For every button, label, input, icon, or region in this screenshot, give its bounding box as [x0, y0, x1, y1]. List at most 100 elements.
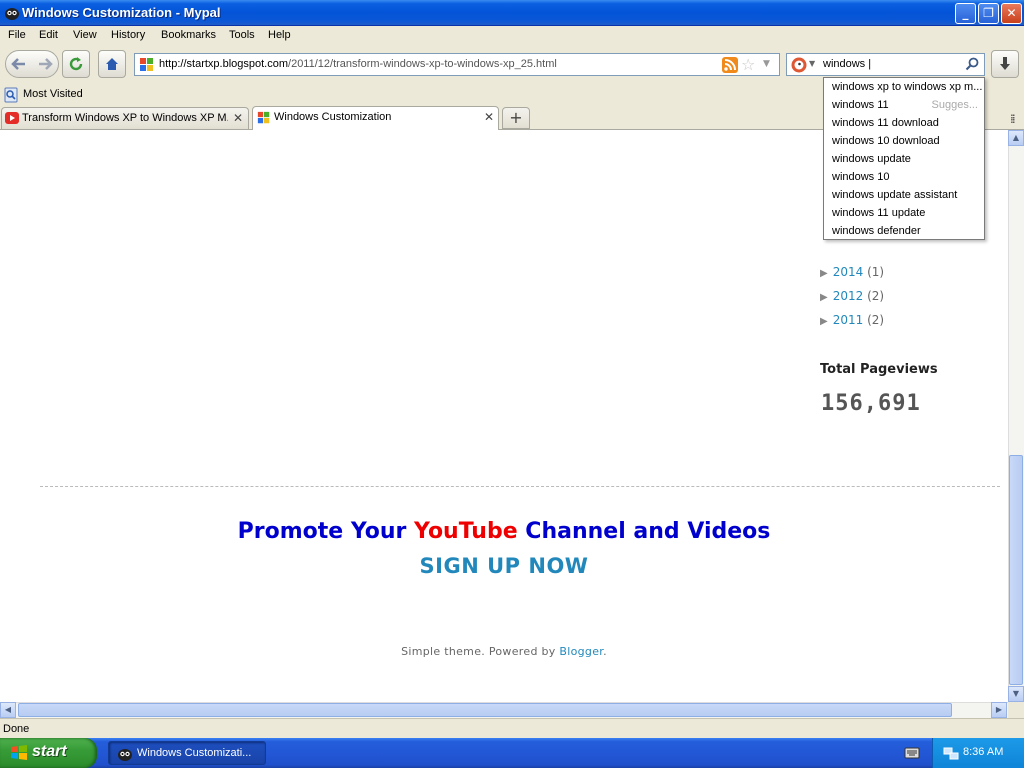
archive-item-2014[interactable]: ▶ 2014 (1) — [820, 265, 884, 279]
menu-help[interactable]: Help — [268, 29, 291, 41]
archive-count: (1) — [867, 265, 885, 279]
footer-period: . — [603, 645, 607, 658]
signup-link[interactable]: SIGN UP NOW — [0, 554, 1008, 578]
url-path: /2011/12/transform-windows-xp-to-windows… — [288, 58, 557, 70]
scroll-right-icon[interactable]: ▶ — [991, 702, 1007, 718]
system-tray: 8:36 AM — [932, 738, 1024, 768]
forward-arrow-icon[interactable] — [36, 55, 54, 73]
youtube-favicon-icon — [5, 112, 19, 124]
suggestion-item[interactable]: windows update — [832, 153, 982, 165]
promo-banner[interactable]: Promote Your YouTube Channel and Videos — [0, 519, 1008, 544]
start-button[interactable]: start — [0, 738, 97, 768]
downloads-button[interactable] — [991, 50, 1019, 78]
windows-logo-icon — [11, 745, 27, 760]
pageviews-count: 156,691 — [821, 391, 921, 416]
scroll-down-icon[interactable]: ▼ — [1008, 686, 1024, 702]
archive-count: (2) — [867, 289, 885, 303]
windows-flag-favicon-icon — [257, 111, 270, 124]
menu-history[interactable]: History — [111, 29, 145, 41]
menu-view[interactable]: View — [73, 29, 97, 41]
taskbar-window-button[interactable]: Windows Customizati... — [108, 741, 266, 765]
window-title: Windows Customization - Mypal — [22, 5, 221, 20]
suggestion-item[interactable]: windows 11 update — [832, 207, 982, 219]
expand-triangle-icon[interactable]: ▶ — [820, 316, 828, 327]
url-dropdown-icon[interactable]: ▼ — [763, 59, 770, 69]
archive-item-2011[interactable]: ▶ 2011 (2) — [820, 313, 884, 327]
suggestion-item[interactable]: windows defender — [832, 225, 982, 237]
tab-transform-windows[interactable]: Transform Windows XP to Windows XP M... … — [1, 107, 249, 129]
taskbar-clock[interactable]: 8:36 AM — [963, 746, 1003, 758]
url-text: http://startxp.blogspot.com/2011/12/tran… — [159, 58, 557, 70]
tab-windows-customization[interactable]: Windows Customization ✕ — [252, 106, 499, 130]
archive-year[interactable]: 2011 — [833, 313, 864, 327]
pageviews-heading: Total Pageviews — [820, 362, 938, 377]
home-button[interactable] — [98, 50, 126, 78]
suggestion-item[interactable]: windows update assistant — [832, 189, 982, 201]
expand-triangle-icon[interactable]: ▶ — [820, 292, 828, 303]
suggestion-item[interactable]: windows 10 download — [832, 135, 982, 147]
footer-text: Simple theme. Powered by — [401, 645, 560, 658]
blog-footer: Simple theme. Powered by Blogger. — [0, 645, 1008, 658]
maximize-button[interactable]: ❐ — [978, 3, 999, 24]
tab-label: Transform Windows XP to Windows XP M... — [22, 112, 228, 124]
horizontal-scroll-thumb[interactable] — [18, 703, 952, 717]
menu-bookmarks[interactable]: Bookmarks — [161, 29, 216, 41]
windows-flag-favicon-icon — [140, 58, 153, 71]
download-arrow-icon — [1000, 57, 1010, 70]
keyboard-tray-icon[interactable] — [904, 746, 920, 760]
most-visited-bookmark[interactable]: Most Visited — [23, 88, 83, 100]
tab-close-icon[interactable]: ✕ — [233, 111, 243, 125]
search-bar[interactable]: ▼ windows | — [786, 53, 985, 76]
archive-year[interactable]: 2014 — [833, 265, 864, 279]
reload-button[interactable] — [62, 50, 90, 78]
tab-label: Windows Customization — [274, 111, 392, 123]
suggestion-item[interactable]: windows xp to windows xp m... — [832, 81, 982, 93]
suggestion-item[interactable]: windows 11 download — [832, 117, 982, 129]
archive-count: (2) — [867, 313, 885, 327]
vertical-scroll-thumb[interactable] — [1009, 455, 1023, 685]
scroll-corner — [1008, 702, 1024, 718]
engine-dropdown-icon[interactable]: ▼ — [809, 59, 815, 68]
mypal-app-icon — [118, 749, 132, 761]
scroll-up-icon[interactable]: ▲ — [1008, 130, 1024, 146]
duckduckgo-engine-icon[interactable] — [791, 57, 807, 73]
home-icon — [106, 58, 118, 70]
reload-icon — [69, 57, 83, 71]
tab-list-icon[interactable]: ⁞⁞ — [1010, 112, 1015, 126]
archive-item-2012[interactable]: ▶ 2012 (2) — [820, 289, 884, 303]
tab-close-icon[interactable]: ✕ — [484, 110, 494, 124]
suggestions-hint: Sugges... — [931, 99, 978, 111]
promo-youtube[interactable]: YouTube — [414, 519, 518, 544]
status-text: Done — [3, 723, 30, 735]
rss-feed-icon[interactable] — [722, 57, 738, 73]
search-input[interactable]: windows | — [823, 58, 871, 70]
scroll-left-icon[interactable]: ◀ — [0, 702, 16, 718]
menu-edit[interactable]: Edit — [39, 29, 58, 41]
search-suggestions-dropdown: windows xp to windows xp m... windows 11… — [823, 77, 985, 240]
expand-triangle-icon[interactable]: ▶ — [820, 268, 828, 279]
taskbar-window-label: Windows Customizati... — [137, 747, 252, 759]
start-label: start — [32, 743, 67, 760]
bookmark-star-icon[interactable]: ☆ — [741, 55, 755, 74]
menu-tools[interactable]: Tools — [229, 29, 255, 41]
suggestion-item[interactable]: windows 10 — [832, 171, 982, 183]
network-tray-icon[interactable] — [943, 745, 959, 761]
back-arrow-icon[interactable] — [10, 55, 28, 73]
url-bar[interactable]: http://startxp.blogspot.com/2011/12/tran… — [134, 53, 780, 76]
most-visited-folder-icon — [4, 87, 18, 103]
promo-text-start[interactable]: Promote Your — [238, 519, 414, 544]
menu-file[interactable]: File — [8, 29, 26, 41]
status-bar: Done — [0, 718, 1024, 738]
promo-text-end[interactable]: Channel and Videos — [518, 519, 770, 544]
suggestion-item[interactable]: windows 11 — [832, 99, 927, 111]
mypal-app-icon — [5, 8, 19, 20]
new-tab-button[interactable]: + — [502, 107, 530, 129]
menu-bar: File Edit View History Bookmarks Tools H… — [0, 26, 1024, 46]
close-button[interactable]: ✕ — [1001, 3, 1022, 24]
blogger-link[interactable]: Blogger — [559, 645, 603, 658]
section-divider — [40, 486, 1000, 487]
title-bar[interactable]: Windows Customization - Mypal — [0, 0, 1024, 26]
archive-year[interactable]: 2012 — [833, 289, 864, 303]
search-icon[interactable] — [965, 57, 980, 72]
minimize-button[interactable]: _ — [955, 3, 976, 24]
